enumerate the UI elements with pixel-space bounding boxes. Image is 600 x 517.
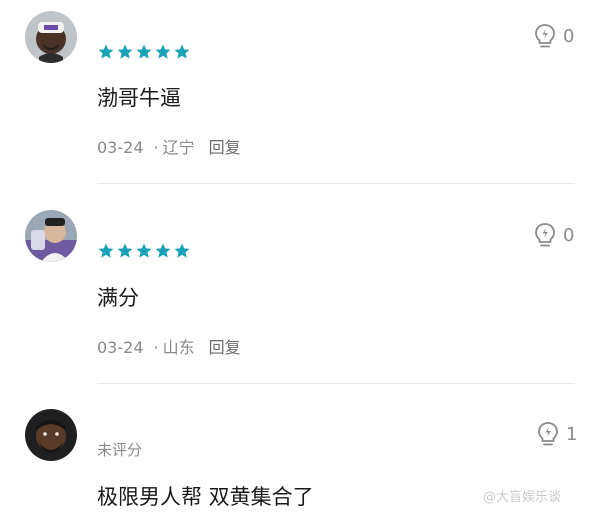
star-icon <box>174 243 190 258</box>
reply-button[interactable]: 回复 <box>209 338 241 358</box>
comment-date: 03-24 <box>97 138 144 157</box>
star-icon <box>117 44 133 59</box>
lightbulb-icon <box>535 24 555 48</box>
user-avatar[interactable] <box>25 409 77 461</box>
star-icon <box>155 44 171 59</box>
comment-text: 渤哥牛逼 <box>97 86 181 110</box>
like-button[interactable]: 0 <box>534 222 574 248</box>
star-icon <box>136 243 152 258</box>
comment-date: 03-24 <box>97 338 144 357</box>
lightbulb-icon <box>535 223 555 247</box>
like-count: 0 <box>563 224 575 246</box>
rating-stars <box>97 242 191 260</box>
star-icon <box>155 243 171 258</box>
like-count: 0 <box>563 25 575 47</box>
comment-location: 辽宁 <box>162 138 195 157</box>
comment-meta: 03-24 · 山东 回复 <box>97 338 241 358</box>
like-button[interactable]: 0 <box>534 23 574 49</box>
user-avatar[interactable] <box>25 210 77 262</box>
star-icon <box>98 243 114 258</box>
meta-separator: · <box>153 138 159 157</box>
star-icon <box>98 44 114 59</box>
comment-text: 满分 <box>97 286 139 310</box>
reply-button[interactable]: 回复 <box>209 138 241 158</box>
watermark: @大盲娱乐谈 <box>483 490 562 505</box>
star-icon <box>136 44 152 59</box>
like-count: 1 <box>566 423 578 445</box>
star-icon <box>117 243 133 258</box>
comment-meta: 03-24 · 辽宁 回复 <box>97 138 241 158</box>
comment-text: 极限男人帮 双黄集合了 <box>97 485 314 509</box>
rating-stars <box>97 43 191 61</box>
rating-label: 未评分 <box>97 441 143 459</box>
lightbulb-icon <box>538 422 558 446</box>
divider <box>97 383 575 384</box>
divider <box>97 183 575 184</box>
like-button[interactable]: 1 <box>537 421 577 447</box>
comment-location: 山东 <box>162 338 195 357</box>
meta-separator: · <box>153 338 159 357</box>
user-avatar[interactable] <box>25 11 77 63</box>
star-icon <box>174 44 190 59</box>
